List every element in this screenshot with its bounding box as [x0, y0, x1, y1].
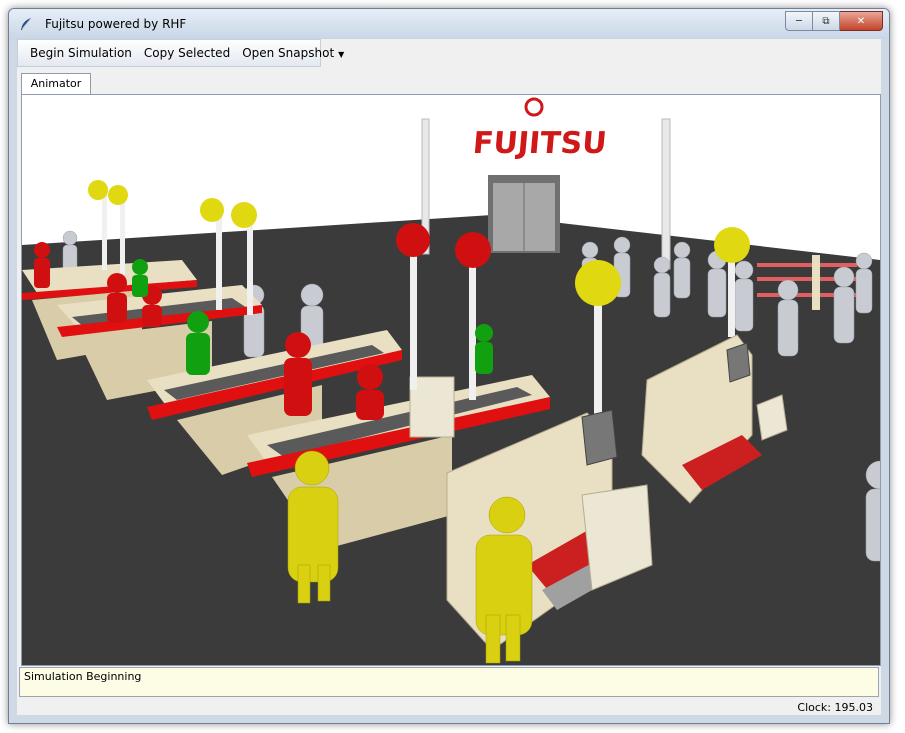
cashier — [34, 242, 50, 288]
minimize-icon: ─ — [795, 15, 803, 27]
maximize-icon: ⧉ — [822, 15, 830, 27]
barrier-rail — [757, 263, 857, 267]
cashier — [284, 332, 312, 416]
shopper — [865, 460, 880, 562]
copy-selected-button[interactable]: Copy Selected — [141, 46, 233, 60]
window-title: Fujitsu powered by RHF — [45, 17, 187, 31]
close-button[interactable]: ✕ — [840, 11, 883, 31]
sign-logo — [524, 97, 544, 117]
feather-icon — [21, 17, 32, 30]
minimize-button[interactable]: ─ — [785, 11, 813, 31]
shopper — [855, 252, 873, 314]
cashier — [186, 311, 210, 375]
cashier — [132, 259, 148, 297]
shopper — [777, 279, 799, 357]
shopper — [653, 256, 671, 318]
scene-3d: FUJITSU — [22, 97, 880, 665]
tab-animator-3d[interactable]: Animator 3D — [21, 73, 91, 110]
tab-strip: Animator 3D — [17, 73, 881, 110]
fujitsu-sign: FUJITSU — [471, 126, 608, 161]
log-message: Simulation Beginning — [24, 670, 142, 683]
cashier — [475, 324, 493, 374]
open-snapshot-label: Open Snapshot — [242, 46, 335, 60]
title-bar[interactable]: Fujitsu powered by RHF ─ ⧉ ✕ — [9, 9, 889, 39]
shopper — [833, 266, 855, 344]
begin-simulation-button[interactable]: Begin Simulation — [27, 46, 135, 60]
status-bar: Clock: 195.03 — [17, 699, 881, 715]
cashier — [356, 364, 384, 420]
clock-readout: Clock: 195.03 — [797, 701, 873, 714]
shopper — [707, 250, 727, 318]
animator-3d-viewport[interactable]: FUJITSU — [21, 94, 881, 666]
maximize-button[interactable]: ⧉ — [813, 11, 840, 31]
toolbar: Begin Simulation Copy Selected Open Snap… — [17, 39, 344, 67]
caption-buttons: ─ ⧉ ✕ — [785, 11, 883, 31]
cashier — [107, 273, 127, 323]
shopper — [734, 260, 754, 332]
simulation-log: Simulation Beginning — [19, 667, 879, 697]
caret-down-icon: ▼ — [338, 50, 345, 59]
shopper — [673, 241, 691, 299]
client-area: Begin Simulation Copy Selected Open Snap… — [17, 39, 881, 715]
app-window: Fujitsu powered by RHF ─ ⧉ ✕ Begin Simul… — [8, 8, 890, 724]
barrier-post — [812, 255, 820, 310]
close-icon: ✕ — [856, 15, 866, 27]
pillar — [661, 118, 671, 270]
open-snapshot-button[interactable]: Open Snapshot ▼ — [239, 46, 347, 60]
